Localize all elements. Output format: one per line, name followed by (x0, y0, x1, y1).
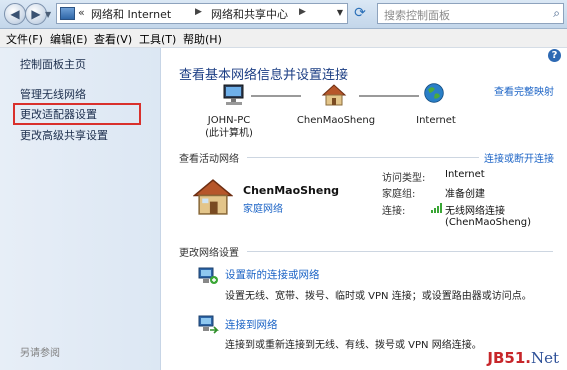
watermark-left: JB51 (487, 349, 526, 367)
node-computer: JOHN-PC (此计算机) (189, 114, 269, 140)
home-network-icon (321, 84, 347, 106)
setup-new-connection-link[interactable]: 设置新的连接或网络 (225, 267, 320, 282)
connect-to-network-desc: 连接到或重新连接到无线、有线、拨号或 VPN 网络连接。 (225, 340, 482, 351)
breadcrumb-network-internet[interactable]: 网络和 Internet (91, 6, 171, 22)
forward-button[interactable]: ▶ (25, 3, 47, 25)
setup-new-connection-desc: 设置无线、宽带、拨号、临时或 VPN 连接；或设置路由器或访问点。 (225, 291, 532, 302)
address-toolbar: ◀ ▶ ▼ « 网络和 Internet ▶ 网络和共享中心 ▶ ▼ ⟳ 搜索控… (0, 0, 567, 29)
search-placeholder: 搜索控制面板 (384, 9, 450, 22)
refresh-icon[interactable]: ⟳ (351, 4, 369, 22)
menu-view[interactable]: 查看(V) (94, 31, 132, 47)
active-networks-label: 查看活动网络 (179, 154, 239, 165)
page-title: 查看基本网络信息并设置连接 (179, 68, 349, 83)
node-internet-name: Internet (416, 115, 456, 126)
change-settings-label: 更改网络设置 (179, 248, 239, 259)
search-icon[interactable]: ⌕ (553, 6, 560, 21)
section-divider (247, 251, 553, 252)
wireless-connection-link[interactable]: 无线网络连接 (445, 202, 505, 217)
new-connection-icon (198, 267, 218, 284)
see-also-label: 另请参阅 (20, 348, 60, 359)
access-type-label: 访问类型: (382, 173, 426, 184)
home-network-large-icon (193, 179, 233, 215)
address-box[interactable]: « 网络和 Internet ▶ 网络和共享中心 ▶ ▼ (56, 3, 348, 24)
node-computer-name: JOHN-PC (207, 115, 251, 126)
sidebar-item-manage-wireless[interactable]: 管理无线网络 (20, 86, 86, 102)
node-network-name: ChenMaoSheng (296, 115, 376, 126)
node-computer-sub: (此计算机) (205, 128, 253, 139)
sidebar-item-control-panel-home[interactable]: 控制面板主页 (20, 56, 86, 72)
watermark-logo: JB51.Net (487, 349, 559, 367)
see-full-map-link[interactable]: 查看完整映射 (494, 83, 554, 98)
breadcrumb-separator[interactable]: ▶ (195, 7, 202, 17)
menu-tools[interactable]: 工具(T) (139, 31, 176, 47)
node-network: ChenMaoSheng (286, 114, 386, 127)
connect-to-network-icon (198, 315, 219, 334)
menu-edit[interactable]: 编辑(E) (50, 31, 88, 47)
help-icon[interactable]: ? (548, 49, 561, 62)
main-panel: ? 查看基本网络信息并设置连接 查看完整映射 JOHN-PC (此计算机) Ch… (161, 48, 567, 370)
wireless-signal-icon (431, 203, 442, 213)
recent-pages-dropdown[interactable]: ▼ (45, 10, 51, 19)
breadcrumb-network-sharing-center[interactable]: 网络和共享中心 (211, 6, 288, 22)
sidebar-item-change-adapter-settings[interactable]: 更改适配器设置 (20, 106, 97, 122)
access-type-value: Internet (445, 169, 485, 180)
wireless-connection-ssid[interactable]: (ChenMaoSheng) (445, 217, 531, 228)
breadcrumb-separator[interactable]: ▶ (299, 7, 306, 17)
node-internet: Internet (406, 114, 466, 127)
menu-help[interactable]: 帮助(H) (183, 31, 222, 47)
menu-bar: 文件(F) 编辑(E) 查看(V) 工具(T) 帮助(H) (0, 29, 567, 48)
sidebar: 控制面板主页 管理无线网络 更改适配器设置 更改高级共享设置 另请参阅 (0, 48, 161, 370)
section-divider (247, 157, 479, 158)
globe-icon (424, 83, 444, 103)
search-input[interactable]: 搜索控制面板 ⌕ (377, 3, 564, 24)
network-type-link[interactable]: 家庭网络 (243, 200, 283, 215)
address-dropdown-icon[interactable]: ▼ (337, 8, 343, 17)
homegroup-label: 家庭组: (382, 189, 416, 200)
active-network-name: ChenMaoSheng (243, 184, 340, 197)
menu-file[interactable]: 文件(F) (6, 31, 43, 47)
link-line (359, 95, 419, 97)
back-button[interactable]: ◀ (4, 3, 26, 25)
connection-label: 连接: (382, 206, 406, 217)
homegroup-link[interactable]: 准备创建 (445, 185, 485, 200)
computer-icon (223, 84, 244, 105)
sidebar-item-advanced-sharing[interactable]: 更改高级共享设置 (20, 127, 108, 143)
connect-to-network-link[interactable]: 连接到网络 (225, 317, 278, 332)
connect-disconnect-link[interactable]: 连接或断开连接 (484, 150, 554, 165)
link-line (251, 95, 301, 97)
breadcrumb-overflow[interactable]: « (78, 6, 85, 19)
watermark-right: Net (530, 349, 559, 367)
control-panel-icon (60, 7, 75, 20)
